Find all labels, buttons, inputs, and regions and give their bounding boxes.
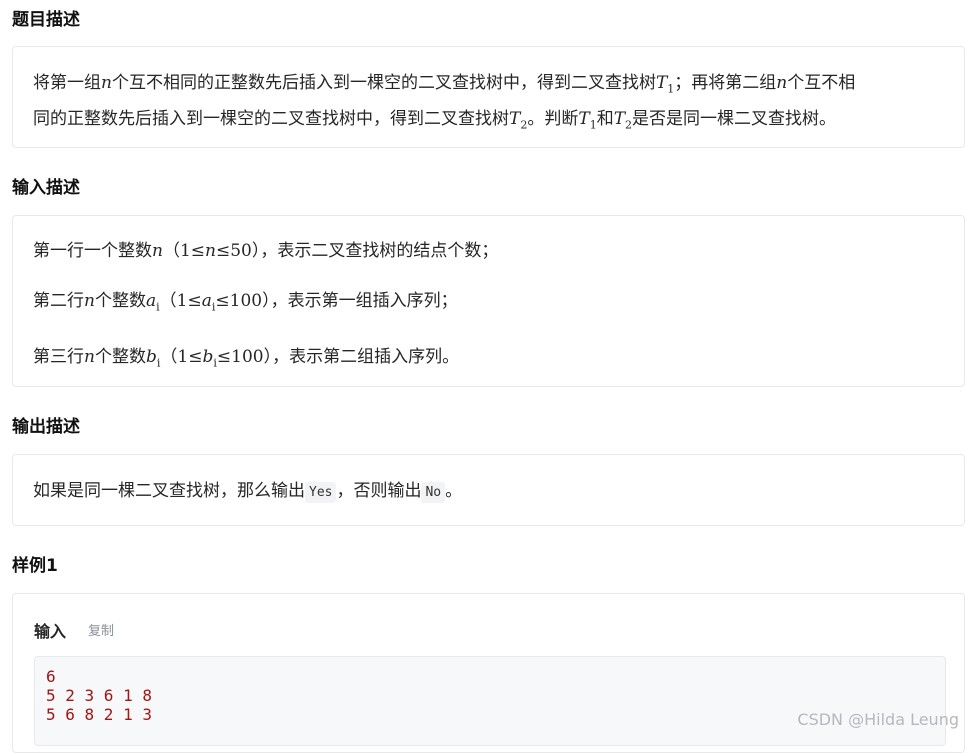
section-title-problem: 题目描述 bbox=[12, 10, 80, 30]
output-description-card: 如果是同一棵二叉查找树，那么输出 Yes ，否则输出 No。 bbox=[12, 454, 965, 526]
sample-card: 输入 复制 6 5 2 3 6 1 8 5 6 8 2 1 3 bbox=[12, 593, 965, 753]
input-line-1: 第一行一个整数n（1≤n≤50），表示二叉查找树的结点个数； bbox=[33, 241, 499, 261]
no-code: No bbox=[421, 482, 446, 503]
input-description-card: 第一行一个整数n（1≤n≤50），表示二叉查找树的结点个数； 第二行n个整数ai… bbox=[12, 215, 965, 387]
section-title-output: 输出描述 bbox=[12, 417, 80, 437]
problem-line-1: 将第一组n个互不相同的正整数先后插入到一棵空的二叉查找树中，得到二叉查找树T1；… bbox=[33, 73, 856, 96]
sample-input-code: 6 5 2 3 6 1 8 5 6 8 2 1 3 bbox=[34, 656, 946, 746]
section-title-input: 输入描述 bbox=[12, 178, 80, 198]
input-line-3: 第三行n个整数bi（1≤bi≤100），表示第二组插入序列。 bbox=[33, 347, 460, 370]
section-title-sample: 样例1 bbox=[12, 556, 58, 576]
problem-line-2: 同的正整数先后插入到一棵空的二叉查找树中，得到二叉查找树T2。判断T1和T2是否… bbox=[33, 109, 837, 132]
output-line: 如果是同一棵二叉查找树，那么输出 Yes ，否则输出 No。 bbox=[33, 481, 463, 503]
copy-button[interactable]: 复制 bbox=[88, 620, 114, 639]
input-line-2: 第二行n个整数ai（1≤ai≤100），表示第一组插入序列； bbox=[33, 291, 458, 314]
yes-code: Yes bbox=[305, 482, 337, 503]
problem-description-card: 将第一组n个互不相同的正整数先后插入到一棵空的二叉查找树中，得到二叉查找树T1；… bbox=[12, 46, 965, 148]
sample-input-label: 输入 bbox=[34, 622, 67, 641]
watermark: CSDN @Hilda Leung bbox=[797, 710, 959, 729]
